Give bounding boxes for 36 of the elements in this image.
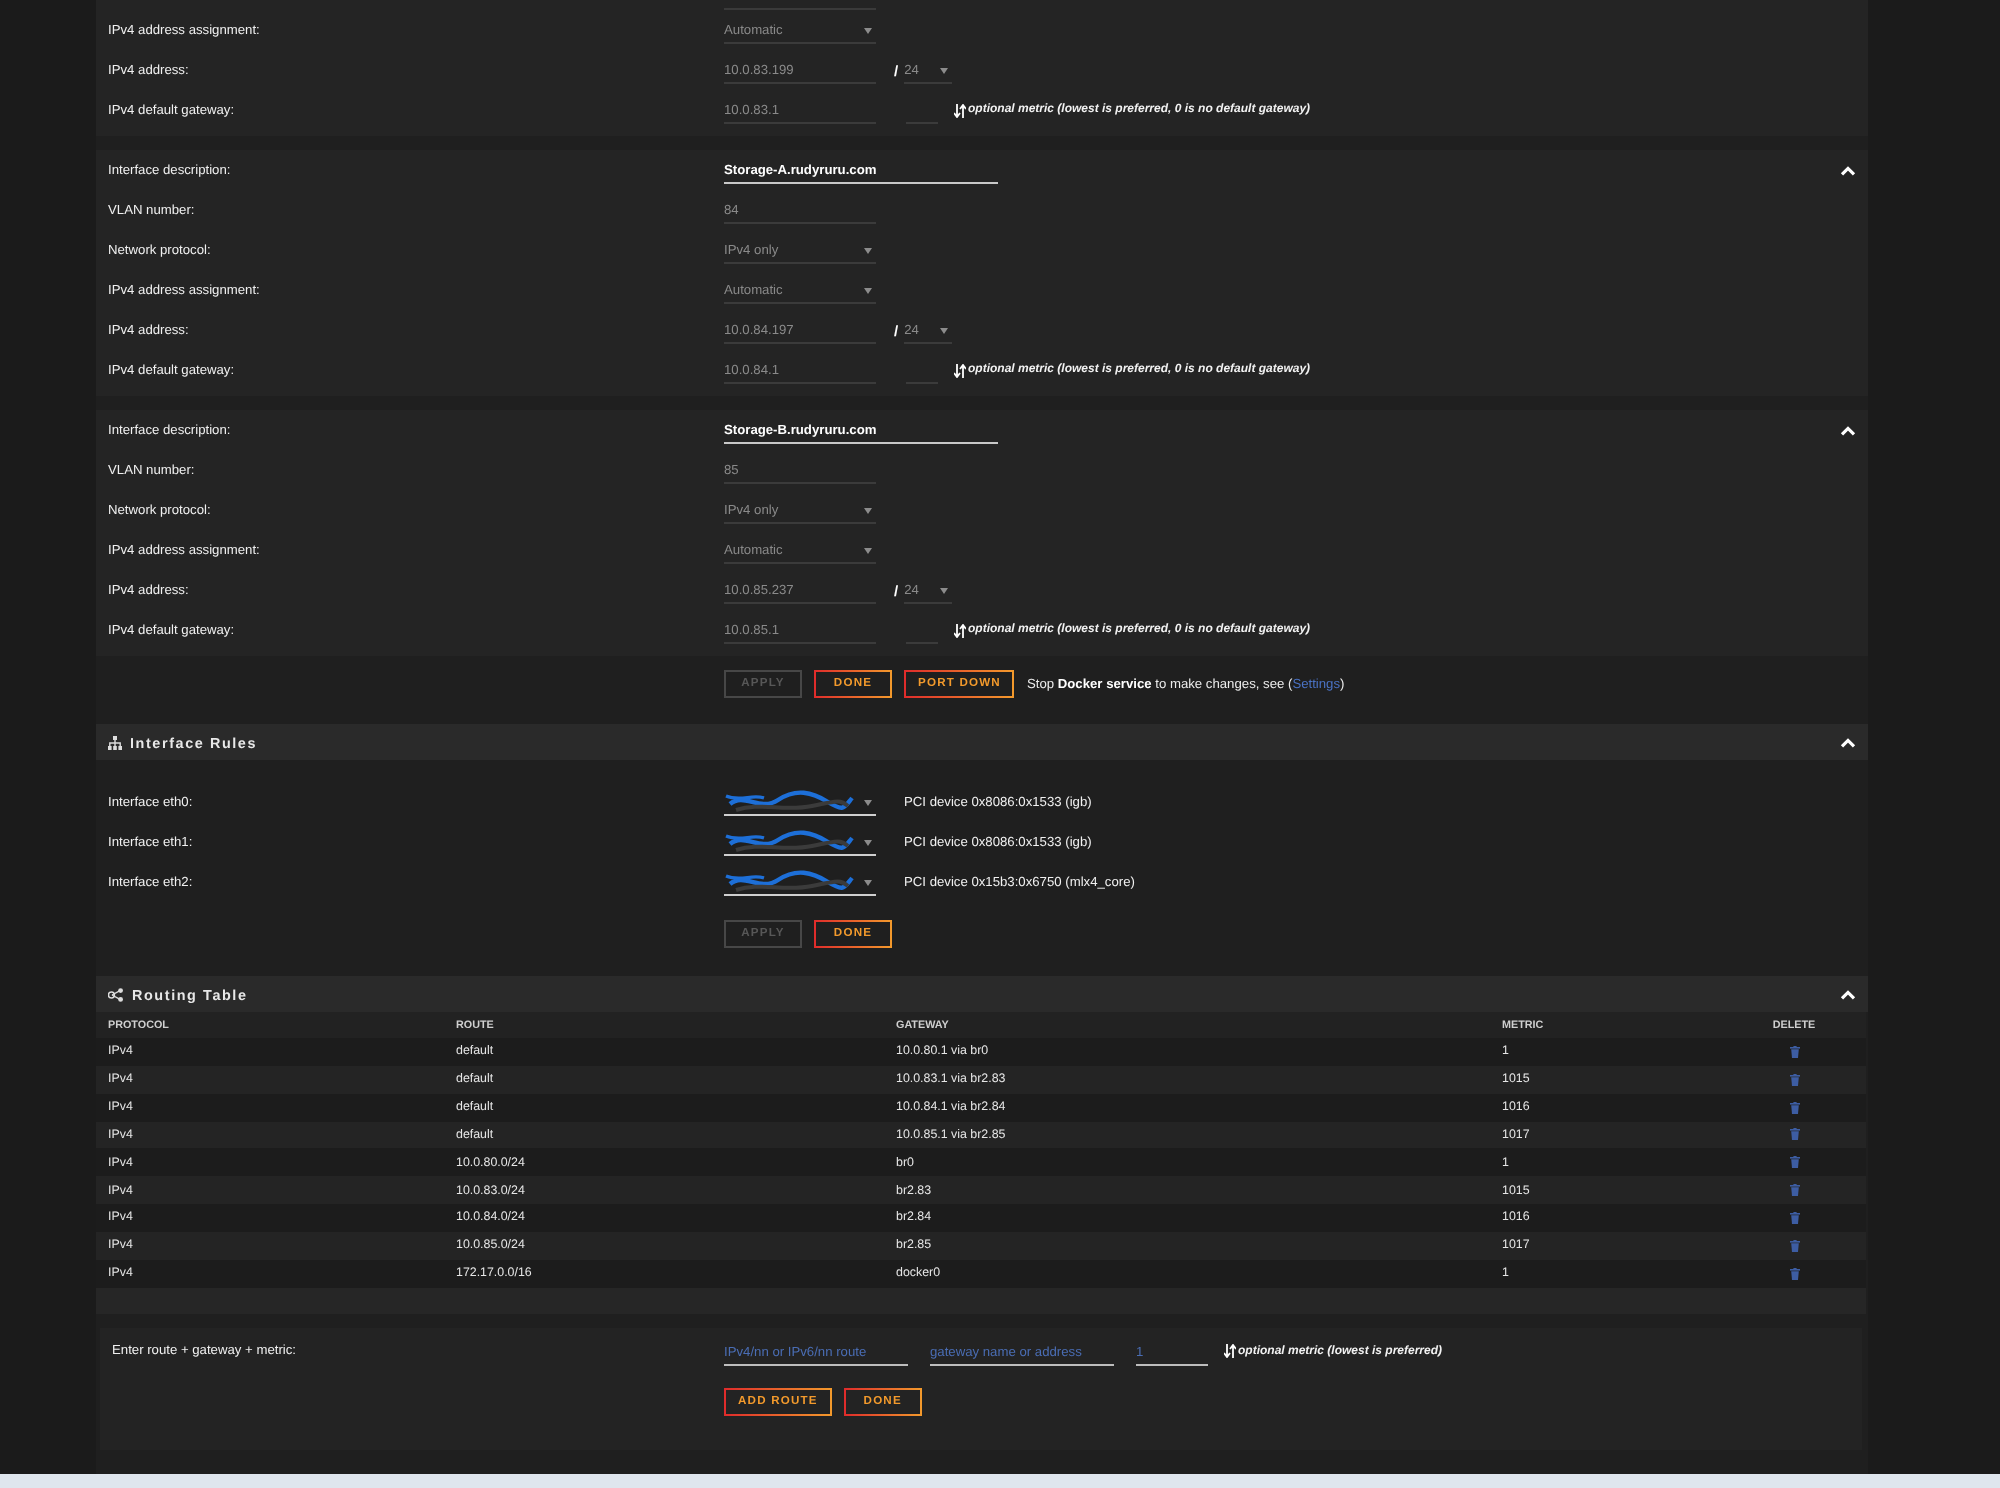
trash-icon[interactable] xyxy=(1789,1045,1799,1058)
caret-icon xyxy=(940,68,949,74)
chevron-up-icon[interactable] xyxy=(1840,165,1856,175)
caret-icon xyxy=(864,508,872,514)
trash-icon[interactable] xyxy=(1789,1211,1799,1224)
chevron-up-icon[interactable] xyxy=(1840,425,1856,435)
trash-icon[interactable] xyxy=(1789,1267,1799,1280)
sort-icon xyxy=(954,363,966,377)
caret-icon xyxy=(864,28,872,34)
caret-icon xyxy=(940,328,949,334)
sitemap-icon xyxy=(108,735,122,749)
scribble-icon xyxy=(724,790,856,814)
caret-icon xyxy=(864,880,872,886)
scribble-icon xyxy=(724,830,856,854)
trash-icon[interactable] xyxy=(1789,1184,1799,1197)
scribble-icon xyxy=(724,870,856,894)
trash-icon[interactable] xyxy=(1789,1239,1799,1252)
caret-icon xyxy=(864,288,872,294)
chevron-up-icon[interactable] xyxy=(1840,989,1856,999)
sort-icon xyxy=(1224,1344,1236,1359)
trash-icon[interactable] xyxy=(1789,1101,1799,1114)
nodes-icon xyxy=(108,987,124,1001)
select-field[interactable] xyxy=(724,788,876,816)
sort-icon xyxy=(954,623,966,637)
caret-icon xyxy=(940,588,949,594)
trash-icon[interactable] xyxy=(1789,1128,1799,1141)
caret-icon xyxy=(864,548,872,554)
caret-icon xyxy=(864,800,872,806)
trash-icon[interactable] xyxy=(1789,1073,1799,1086)
caret-icon xyxy=(864,840,872,846)
chevron-up-icon[interactable] xyxy=(1840,737,1856,747)
sort-icon xyxy=(954,103,966,117)
select-field[interactable] xyxy=(724,868,876,896)
trash-icon[interactable] xyxy=(1789,1156,1799,1169)
caret-icon xyxy=(864,248,872,254)
select-field[interactable] xyxy=(724,828,876,856)
